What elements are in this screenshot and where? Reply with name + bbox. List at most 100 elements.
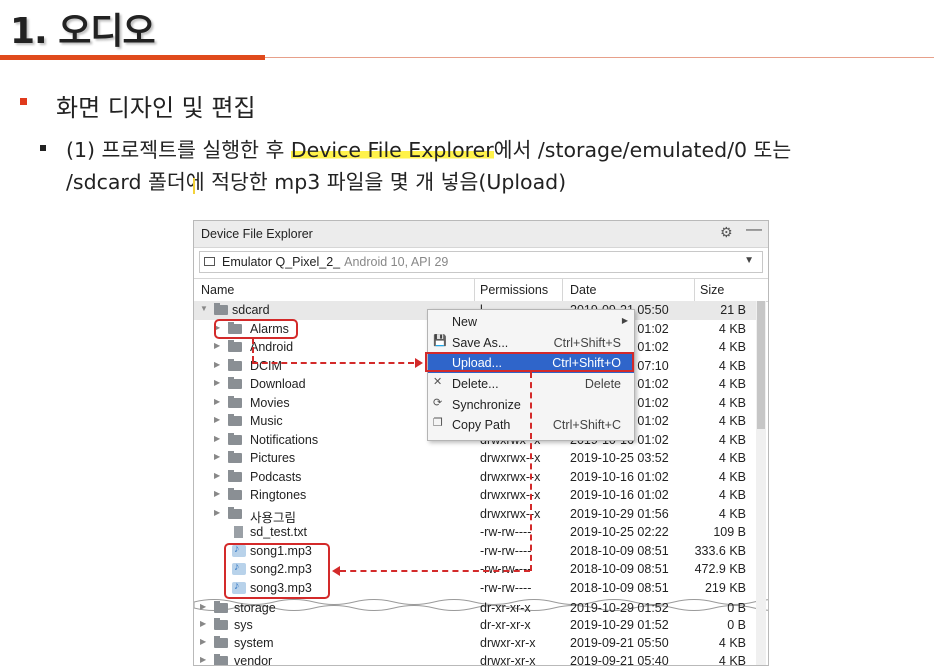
menu-item-shortcut: Delete: [584, 377, 621, 391]
row-permissions: -rw-rw----: [480, 543, 532, 558]
title-underline: [0, 55, 265, 60]
row-name: Download: [250, 377, 306, 391]
row-name: sdcard: [232, 303, 270, 317]
folder-icon: [214, 601, 228, 613]
folder-icon: [228, 488, 242, 500]
row-name: Podcasts: [250, 469, 302, 484]
gear-icon[interactable]: ⚙: [720, 224, 733, 241]
collapsed-arrow-icon[interactable]: ▶: [214, 434, 220, 443]
collapsed-arrow-icon[interactable]: ▶: [214, 489, 220, 498]
row-size: 4 KB: [718, 321, 746, 336]
row-date: 2018-10-09 08:51: [570, 562, 669, 576]
panel-title: Device File Explorer: [201, 227, 313, 241]
column-name[interactable]: Name: [201, 283, 234, 297]
arrow-head: [415, 358, 423, 368]
submenu-arrow-icon: ▶: [621, 316, 628, 325]
table-row[interactable]: ▶ system drwxr-xr-x 2019-09-21 05:50 4 KB: [194, 634, 756, 653]
collapsed-arrow-icon[interactable]: ▶: [214, 508, 220, 517]
arrow-head: [332, 566, 340, 576]
row-size: 0 B: [727, 618, 746, 632]
row-size: 4 KB: [718, 377, 746, 391]
menu-item-new[interactable]: New ▶: [428, 312, 634, 332]
slide-title: 1. 오디오: [10, 11, 156, 52]
title-rule: [265, 57, 934, 58]
collapsed-arrow-icon[interactable]: ▶: [214, 471, 220, 480]
collapsed-arrow-icon[interactable]: ▶: [214, 360, 220, 369]
row-size: 4 KB: [718, 654, 746, 666]
column-divider[interactable]: [694, 279, 695, 301]
para-prefix: (1) 프로젝트를 실행한 후: [66, 138, 291, 162]
collapsed-arrow-icon[interactable]: ▶: [214, 415, 220, 424]
folder-icon: [228, 469, 242, 482]
expanded-arrow-icon[interactable]: ▼: [200, 304, 208, 313]
device-api: Android 10, API 29: [344, 255, 449, 269]
table-row[interactable]: ▶ storage dr-xr-xr-x 2019-10-29 01:52 0 B: [194, 599, 756, 618]
folder-icon: [228, 506, 242, 519]
minimize-icon[interactable]: —: [746, 221, 762, 239]
row-date: 2019-10-16 01:02: [570, 469, 669, 484]
row-date: 2019-09-21 05:40: [570, 654, 669, 666]
folder-icon: [228, 432, 242, 445]
column-permissions[interactable]: Permissions: [480, 283, 548, 297]
heading-bullet: [20, 98, 27, 105]
folder-icon: [228, 414, 242, 426]
table-row[interactable]: ▶ Podcasts drwxrwx--x 2019-10-16 01:02 4 KB: [194, 468, 756, 487]
collapsed-arrow-icon[interactable]: ▶: [214, 452, 220, 461]
collapsed-arrow-icon[interactable]: ▶: [214, 341, 220, 350]
row-size: 4 KB: [718, 488, 746, 502]
row-permissions: dr-xr-xr-x: [480, 618, 531, 632]
table-row[interactable]: ▶ Pictures drwxrwx--x 2019-10-25 03:52 4 KB: [194, 449, 756, 468]
row-date: 2018-10-09 08:51: [570, 580, 669, 595]
row-size: 4 KB: [718, 395, 746, 410]
menu-item-label: New: [452, 315, 478, 329]
row-size: 333.6 KB: [694, 543, 746, 558]
menu-item-label: Synchronize: [452, 398, 521, 412]
row-permissions: -rw-rw----: [480, 562, 532, 576]
table-row[interactable]: sd_test.txt -rw-rw---- 2019-10-25 02:22 109…: [194, 523, 756, 542]
folder-icon: [228, 451, 242, 463]
menu-item-save-as[interactable]: 💾 Save As... Ctrl+Shift+S: [428, 333, 634, 353]
row-size: 4 KB: [718, 506, 746, 521]
column-divider[interactable]: [474, 279, 475, 301]
row-size: 21 B: [720, 303, 746, 317]
collapsed-arrow-icon[interactable]: ▶: [200, 637, 206, 646]
row-name: Notifications: [250, 432, 319, 447]
arrow-line: [340, 570, 530, 572]
folder-icon: [214, 618, 228, 630]
row-name: sys: [234, 618, 253, 632]
row-name: sd_test.txt: [250, 525, 307, 539]
row-name: Ringtones: [250, 488, 307, 502]
row-size: 4 KB: [718, 358, 746, 373]
column-date[interactable]: Date: [570, 283, 596, 297]
paragraph-bullet: [40, 145, 46, 151]
delete-icon: ✕: [433, 376, 443, 388]
table-row[interactable]: ▶ 사용그림 drwxrwx--x 2019-10-29 01:56 4 KB: [194, 505, 756, 525]
scrollbar-thumb[interactable]: [757, 301, 765, 429]
vertical-scrollbar[interactable]: [756, 301, 766, 665]
row-name: Pictures: [250, 451, 296, 465]
row-name: storage: [234, 601, 276, 615]
collapsed-arrow-icon[interactable]: ▶: [200, 602, 206, 611]
row-permissions: drwxr-xr-x: [480, 654, 536, 666]
menu-item-shortcut: Ctrl+Shift+C: [552, 418, 621, 432]
menu-item-label: Delete...: [452, 377, 499, 391]
row-size: 4 KB: [718, 432, 746, 447]
row-name: system: [234, 636, 274, 650]
collapsed-arrow-icon[interactable]: ▶: [214, 397, 220, 406]
column-divider[interactable]: [562, 279, 563, 301]
chevron-down-icon[interactable]: ▼: [744, 255, 754, 266]
table-header: Name Permissions Date Size: [194, 278, 768, 302]
folder-icon: [228, 395, 242, 408]
row-permissions: drwxr-xr-x: [480, 636, 536, 650]
column-size[interactable]: Size: [700, 283, 724, 297]
collapsed-arrow-icon[interactable]: ▶: [200, 655, 206, 664]
sync-icon: ⟳: [433, 397, 443, 409]
row-size: 4 KB: [718, 414, 746, 428]
collapsed-arrow-icon[interactable]: ▶: [214, 378, 220, 387]
table-row[interactable]: ▶ sys dr-xr-xr-x 2019-10-29 01:52 0 B: [194, 616, 756, 635]
collapsed-arrow-icon[interactable]: ▶: [200, 619, 206, 628]
table-row[interactable]: ▶ Ringtones drwxrwx--x 2019-10-16 01:02 4 KB: [194, 486, 756, 505]
upload-highlight-box: [425, 352, 634, 372]
instruction-paragraph: (1) 프로젝트를 실행한 후 Device File Explorer에서 /…: [66, 134, 926, 198]
device-selector[interactable]: Emulator Q_Pixel_2_ Android 10, API 29 ▼: [199, 251, 763, 273]
